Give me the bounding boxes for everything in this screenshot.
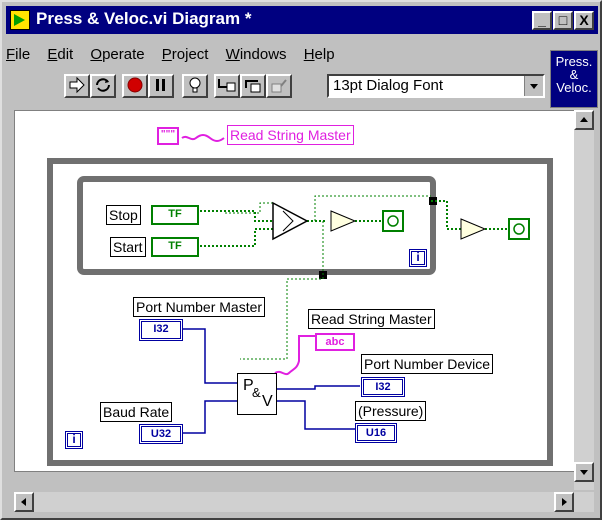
start-label[interactable]: Start [110, 237, 146, 257]
port-number-master-label[interactable]: Port Number Master [133, 297, 266, 317]
baud-rate-terminal[interactable]: U32 [139, 424, 183, 444]
vi-icon-text: Press. & Veloc. [555, 54, 593, 95]
port-number-device-label[interactable]: Port Number Device [361, 354, 494, 374]
title-bar[interactable]: Press & Veloc.vi Diagram * _ □ X [6, 6, 598, 34]
port-number-device-terminal[interactable]: I32 [361, 377, 405, 397]
font-select[interactable]: 13pt Dialog Font [327, 74, 545, 98]
step-over-icon[interactable] [240, 74, 266, 98]
menu-operate[interactable]: Operate [90, 46, 144, 63]
string-constant[interactable]: """ [157, 127, 179, 145]
subvi-amp: & [252, 385, 261, 400]
start-terminal[interactable]: TF [151, 237, 199, 257]
stop-terminal[interactable]: TF [151, 205, 199, 225]
stop-condition-1[interactable] [382, 210, 404, 232]
baud-rate-label[interactable]: Baud Rate [100, 402, 173, 422]
inner-while-loop[interactable] [77, 176, 436, 275]
subvi-v: V [262, 393, 273, 410]
scroll-up-button[interactable] [574, 110, 594, 130]
scroll-down-button[interactable] [574, 462, 594, 482]
vi-icon[interactable]: Press. & Veloc. [550, 50, 598, 108]
menu-edit[interactable]: Edit [47, 46, 73, 63]
menu-project[interactable]: Project [162, 46, 209, 63]
diagram-wires [47, 134, 553, 466]
select-node[interactable] [272, 201, 309, 241]
menu-bar: File Edit Operate Project Windows Help [6, 46, 348, 68]
pressure-label[interactable]: (Pressure) [355, 401, 427, 421]
scroll-left-button[interactable] [14, 492, 34, 512]
stop-condition-2[interactable] [508, 218, 530, 240]
outer-iteration-terminal[interactable]: i [65, 431, 83, 449]
run-continuously-icon[interactable] [90, 74, 116, 98]
abort-icon[interactable] [122, 74, 148, 98]
menu-help[interactable]: Help [304, 46, 335, 63]
scroll-right-button[interactable] [554, 492, 574, 512]
highlight-execution-lightbulb-icon[interactable] [182, 74, 208, 98]
menu-file[interactable]: File [6, 46, 30, 63]
horizontal-scrollbar[interactable] [14, 492, 594, 512]
font-select-value: 13pt Dialog Font [333, 77, 444, 94]
run-arrow-icon[interactable] [64, 74, 90, 98]
read-string-master-constant-label[interactable]: Read String Master [227, 125, 354, 145]
menu-windows[interactable]: Windows [226, 46, 287, 63]
pressure-terminal[interactable]: U16 [355, 423, 397, 443]
close-button[interactable]: X [574, 11, 594, 30]
not-gate-1[interactable] [330, 210, 357, 232]
stop-label[interactable]: Stop [106, 205, 141, 225]
inner-iteration-terminal[interactable]: i [409, 249, 427, 267]
pause-icon[interactable] [148, 74, 174, 98]
port-number-master-terminal[interactable]: I32 [139, 319, 183, 341]
read-string-master-label[interactable]: Read String Master [308, 309, 435, 329]
step-out-icon [266, 74, 292, 98]
vertical-scrollbar[interactable] [574, 110, 594, 490]
chevron-down-icon[interactable] [524, 76, 543, 96]
window-title: Press & Veloc.vi Diagram * [36, 9, 252, 28]
not-gate-2[interactable] [460, 218, 487, 240]
app-icon[interactable] [10, 10, 30, 30]
press-veloc-subvi[interactable]: P & V [237, 373, 277, 415]
minimize-button[interactable]: _ [532, 11, 552, 30]
step-into-icon[interactable] [214, 74, 240, 98]
labview-window: Press & Veloc.vi Diagram * _ □ X File Ed… [0, 0, 602, 520]
block-diagram-canvas[interactable]: """ Read String Master Stop TF Start TF … [14, 110, 576, 472]
read-string-master-terminal[interactable]: abc [315, 333, 355, 351]
maximize-button[interactable]: □ [553, 11, 573, 30]
